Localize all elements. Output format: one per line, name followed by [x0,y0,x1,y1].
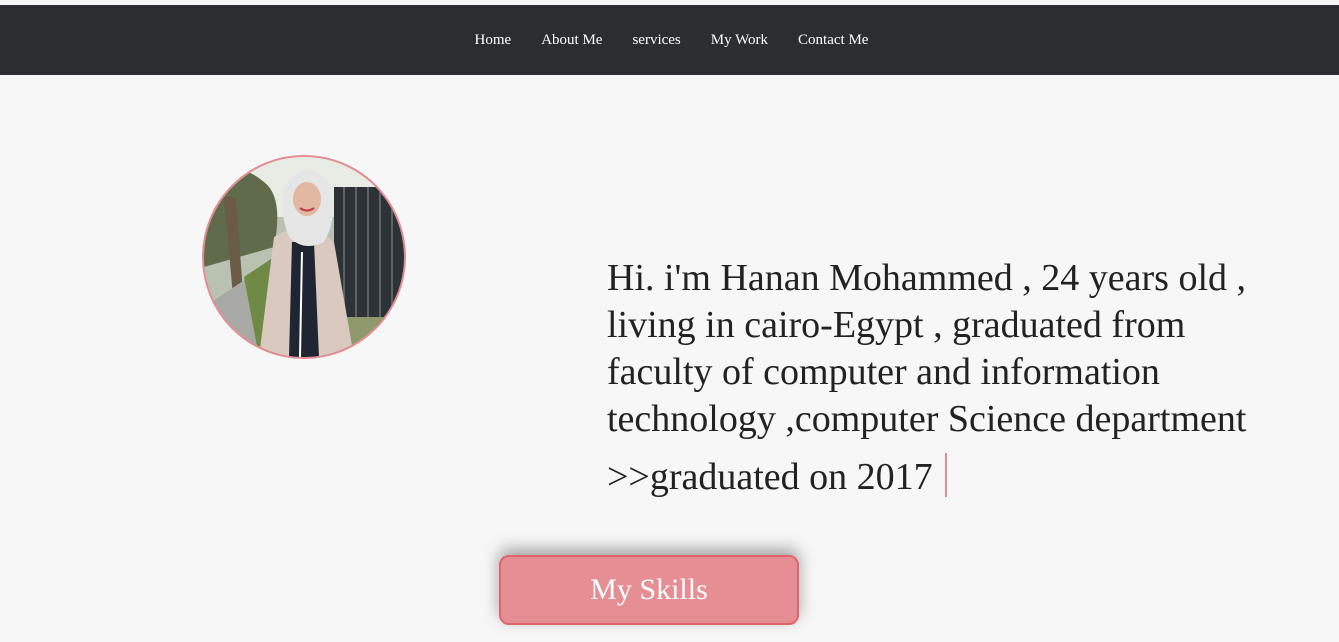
typing-cursor [944,453,947,497]
bio-line-text: >>graduated on 2017 [607,456,933,498]
navbar: Home About Me services My Work Contact M… [0,5,1339,75]
bio-line: living in cairo-Egypt , graduated from [607,304,1186,346]
hero-section: Hi. i'm Hanan Mohammed , 24 years old , … [0,75,1339,642]
nav-contact-link[interactable]: Contact Me [798,32,868,49]
bio-text: Hi. i'm Hanan Mohammed , 24 years old , … [607,255,1307,501]
nav-services-link[interactable]: services [632,32,680,49]
nav-home-link[interactable]: Home [475,32,512,49]
profile-photo [202,155,406,359]
bio-line-last: >>graduated on 2017 [607,453,1307,501]
bio-line: Hi. i'm Hanan Mohammed , 24 years old , [607,257,1247,299]
profile-photo-image [204,157,404,357]
nav-links: Home About Me services My Work Contact M… [0,5,1339,75]
bio-line: faculty of computer and information [607,351,1160,393]
my-skills-button[interactable]: My Skills [499,555,799,625]
nav-work-link[interactable]: My Work [711,32,768,49]
nav-about-link[interactable]: About Me [541,32,602,49]
bio-line: technology ,computer Science department [607,398,1247,440]
